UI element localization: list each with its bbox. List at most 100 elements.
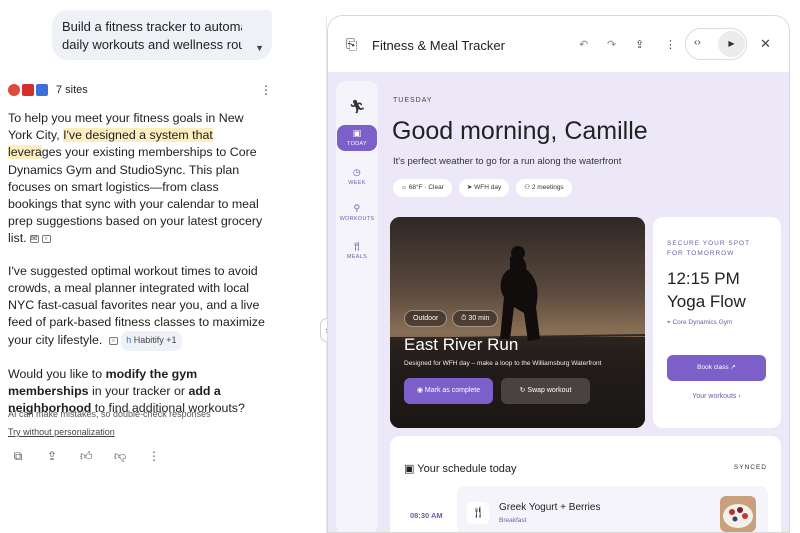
thumbs-down-icon[interactable]: 👎︎ [114,449,126,464]
calendar-source-icon[interactable]: ▫ [41,235,51,244]
today-view: TUESDAY Good morning, Camille It's perfe… [384,73,789,532]
swap-workout-label: Swap workout [527,387,572,394]
answer-text: Would you like to [8,366,106,381]
class-location-label: Core Dynamics Gym [672,319,733,326]
more-vert-icon[interactable]: ⋮ [665,38,676,51]
source-favicon-icon [8,84,20,96]
window-toolbar: ⎘ Fitness & Meal Tracker ↶ ↷ ⇪ ⋮ ‹› ▶ ✕ [328,16,789,73]
timer-icon: ⏱ [461,315,467,322]
source-favicons [8,84,48,96]
greeting-heading: Good morning, Camille [392,117,648,145]
window-title: Fitness & Meal Tracker [372,38,505,53]
sun-icon: ☼ [401,184,407,191]
chevron-right-icon: › [738,393,741,400]
ai-disclaimer: AI can make mistakes, so double-check re… [8,409,211,419]
chat-pane: Build a fitness tracker to automate dail… [0,0,322,533]
duration-tag: ⏱ 30 min [452,310,499,327]
mark-complete-button[interactable]: ◉ Mark as complete [404,378,493,404]
source-chip[interactable]: h Habitify +1 [121,331,182,351]
thumbs-up-icon[interactable]: 👍︎ [80,449,93,464]
answer-paragraph-1: To help you meet your fitness goals in N… [8,110,270,248]
assistant-answer: To help you meet your fitness goals in N… [8,110,270,432]
day-label: TUESDAY [393,97,433,104]
mark-complete-label: Mark as complete [424,387,481,394]
booking-eyebrow: SECURE YOUR SPOT FOR TOMORROW [667,240,750,257]
greeting-subtitle: It's perfect weather to go for a run alo… [393,156,622,167]
class-time: 12:15 PM [667,269,740,288]
user-prompt-bubble[interactable]: Build a fitness tracker to automate dail… [52,10,272,60]
more-vert-icon[interactable]: ⋮ [260,83,272,97]
schedule-item-type: Breakfast [499,517,527,524]
swap-workout-button[interactable]: ↻ Swap workout [501,378,590,404]
source-favicon-icon [36,84,48,96]
preview-play-icon[interactable]: ▶ [718,31,745,57]
share-icon[interactable]: ⇪ [46,449,58,464]
nav-label: TODAY [347,141,367,147]
source-favicon-icon [22,84,34,96]
schedule-item[interactable]: 🍴︎ Greek Yogurt + Berries Breakfast [457,486,768,532]
people-icon: ⚇ [524,184,531,191]
calendar-icon: ▣ [352,128,362,138]
weather-pill: ☼ 68°F · Clear [393,179,452,197]
gmail-source-icon[interactable]: ✉ [29,235,39,244]
nav-item-today[interactable]: ▣ TODAY [337,125,377,151]
try-without-personalization-link[interactable]: Try without personalization [8,427,115,437]
open-external-icon: ↗ [730,364,736,371]
book-class-button[interactable]: Book class ↗ [667,355,766,381]
nav-item-week[interactable]: ◷ WEEK [337,167,377,186]
copy-icon[interactable]: ⧉ [12,449,24,464]
nav-rail: 🏃︎ ▣ TODAY ◷ WEEK ⚲ WORKOUTS 🍴︎ MEALS [336,81,378,532]
yogurt-bowl-thumbnail [720,496,756,532]
location-pin-icon: ⌖ [667,319,671,326]
schedule-card: ▣ Your schedule today SYNCED 08:30 AM 🍴︎… [390,436,781,532]
class-booking-card: SECURE YOUR SPOT FOR TOMORROW 12:15 PM Y… [653,217,781,428]
nav-item-workouts[interactable]: ⚲ WORKOUTS [337,203,377,222]
book-class-label: Book class [697,364,729,371]
your-workouts-link[interactable]: Your workouts › [667,393,766,400]
nav-label: MEALS [346,254,368,260]
app-document-icon: ⎘ [346,36,358,52]
calendar-source-icon[interactable]: ▫ [108,337,118,346]
workout-hero-card: Outdoor ⏱ 30 min East River Run Designed… [390,217,645,428]
chevron-down-icon[interactable]: ▼ [255,39,264,57]
answer-paragraph-2: I've suggested optimal workout times to … [8,263,270,351]
schedule-heading: ▣ Your schedule today [404,462,517,475]
undo-icon[interactable]: ↶ [579,38,588,51]
wfh-pill-label: WFH day [474,184,502,191]
source-chip-label: Habitify +1 [133,335,177,346]
meetings-pill-label: 2 meetings [531,184,564,191]
answer-text: in your tracker or [88,383,189,398]
fork-knife-icon: 🍴︎ [467,502,489,524]
weather-pill-label: 68°F · Clear [408,184,444,191]
clock-icon: ◷ [352,167,362,177]
status-pills: ☼ 68°F · Clear ➤ WFH day ⚇ 2 meetings [393,179,572,197]
outdoor-tag: Outdoor [404,310,448,327]
habitify-icon: h [126,335,132,346]
nav-label: WORKOUTS [339,216,375,222]
meetings-pill: ⚇ 2 meetings [516,179,572,197]
sync-status: SYNCED [733,464,767,471]
running-figure-icon: 🏃︎ [349,99,366,114]
code-preview-toggle[interactable]: ‹› ▶ [685,28,747,60]
nav-label: WEEK [348,180,366,186]
nav-item-meals[interactable]: 🍴︎ MEALS [337,241,377,260]
canvas-window: ⎘ Fitness & Meal Tracker ↶ ↷ ⇪ ⋮ ‹› ▶ ✕ … [327,15,790,533]
class-location: ⌖ Core Dynamics Gym [667,319,732,327]
close-icon[interactable]: ✕ [760,36,771,52]
class-name: Yoga Flow [667,292,746,311]
workout-title: East River Run [404,335,519,354]
prompt-line-2: daily workouts and wellness routin... [62,37,242,52]
code-icon[interactable]: ‹› [694,37,701,48]
redo-icon[interactable]: ↷ [607,38,616,51]
workout-description: Designed for WFH day – make a loop to th… [404,360,602,367]
duration-tag-label: 30 min [468,315,490,322]
schedule-item-time: 08:30 AM [410,511,443,520]
more-vert-icon[interactable]: ⋮ [148,449,160,464]
fork-knife-icon: 🍴︎ [351,241,363,251]
workout-icon: ⚲ [353,203,361,213]
swap-icon: ↻ [519,387,526,394]
share-icon[interactable]: ⇪ [635,38,644,51]
schedule-title: Your schedule today [417,463,517,475]
sources-row[interactable]: 7 sites ⋮ [8,82,272,98]
prompt-line-1: Build a fitness tracker to automate [62,19,242,34]
